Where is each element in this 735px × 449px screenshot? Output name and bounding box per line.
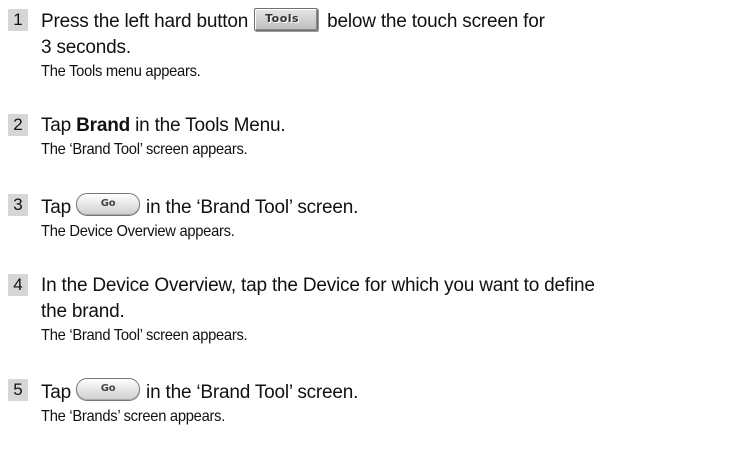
step-number: 2: [8, 114, 28, 136]
instruction-text: in the ‘Brand Tool’ screen.: [146, 382, 359, 403]
instruction-text: Tap: [41, 197, 72, 218]
instruction-text: In the Device Overview, tap the Device f…: [41, 275, 595, 296]
step-instruction: Tap Go in the ‘Brand Tool’ screen.: [41, 378, 728, 406]
step-number: 3: [8, 194, 28, 216]
step-number: 4: [8, 274, 28, 296]
step-2: 2 Tap Brand in the Tools Menu. The ‘Bran…: [8, 113, 728, 161]
instruction-text: Tap: [41, 382, 72, 403]
tools-button-label: Tools: [265, 12, 300, 25]
step-1: 1 Press the left hard button Tools below t…: [8, 8, 728, 83]
step-result: The Tools menu appears.: [41, 63, 201, 80]
instruction-bold-text: Brand: [76, 115, 131, 136]
step-instruction: Tap Brand in the Tools Menu.: [41, 113, 728, 139]
tools-hard-button-image: Tools: [254, 8, 319, 31]
step-instruction: Press the left hard button Tools below the…: [41, 8, 728, 61]
instruction-text: Tap: [41, 115, 72, 136]
step-number: 5: [8, 379, 28, 401]
step-number: 1: [8, 9, 28, 31]
instruction-text: 3 seconds.: [41, 37, 131, 58]
step-instruction: In the Device Overview, tap the Device f…: [41, 273, 728, 325]
step-5: 5 Tap Go in the ‘Brand Tool’ screen. The ‘…: [8, 378, 728, 428]
instruction-text: the brand.: [41, 301, 125, 322]
step-3: 3 Tap Go in the ‘Brand Tool’ screen. The D…: [8, 193, 728, 243]
step-result: The ‘Brands’ screen appears.: [41, 408, 226, 425]
instruction-text: in the ‘Brand Tool’ screen.: [146, 197, 359, 218]
instruction-text: in the Tools Menu.: [135, 115, 286, 136]
step-4: 4 In the Device Overview, tap the Device…: [8, 273, 728, 347]
go-button-label: Go: [100, 198, 116, 209]
step-result: The ‘Brand Tool’ screen appears.: [41, 141, 248, 158]
step-instruction: Tap Go in the ‘Brand Tool’ screen.: [41, 193, 728, 221]
go-button-label: Go: [100, 383, 116, 394]
step-result: The Device Overview appears.: [41, 223, 235, 240]
instruction-text: Press the left hard button: [41, 11, 249, 32]
step-result: The ‘Brand Tool’ screen appears.: [41, 327, 248, 344]
go-button-image: Go: [76, 193, 141, 216]
go-button-image: Go: [76, 378, 141, 401]
instruction-text: below the touch screen for: [327, 11, 545, 32]
